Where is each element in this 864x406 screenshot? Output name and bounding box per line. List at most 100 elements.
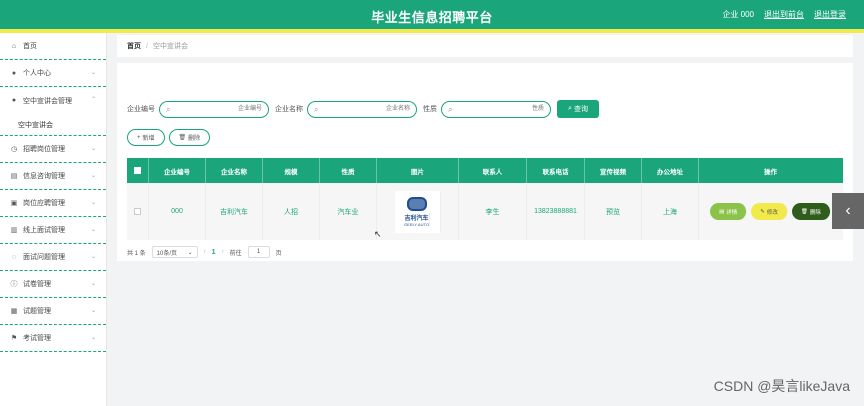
sidebar-item-personal-center[interactable]: ● 个人中心 ⌄ (0, 60, 106, 87)
sidebar-item-papers[interactable]: ⓘ 试卷管理 ⌄ (0, 271, 106, 298)
cell-contact: 李生 (459, 183, 527, 240)
row-select-cell[interactable] (127, 183, 149, 240)
search-icon: ⌕ (314, 104, 319, 114)
info-icon: ⓘ (10, 281, 18, 288)
search-button[interactable]: ⌕ 查询 (557, 100, 599, 118)
geely-emblem-icon (407, 196, 427, 211)
exit-to-frontend-link[interactable]: 退出到前台 (764, 9, 804, 20)
sidebar-item-consulting[interactable]: ▤ 信息咨询管理 ⌄ (0, 163, 106, 190)
page-size-select[interactable]: 10条/页 ⌄ (151, 246, 198, 258)
select-all-checkbox[interactable] (134, 167, 141, 174)
sidebar-item-label: 个人中心 (23, 70, 51, 77)
mouse-cursor-icon: ↖ (374, 229, 382, 239)
breadcrumb-current: 空中宣讲会 (152, 43, 188, 50)
seminar-table: 企业编号 企业名称 规模 性质 图片 联系人 联系电话 宣传视频 办公地址 操作… (127, 158, 843, 240)
sidebar-item-label: 试题管理 (23, 308, 51, 315)
total-count: 共 1 条 (127, 250, 146, 257)
list-panel: 企业编号 ⌕ 企业名称 ⌕ 性质 ⌕ ⌕ 查询 + 新增 (117, 63, 853, 261)
cell-address: 上海 (642, 183, 699, 240)
col-scale[interactable]: 规模 (263, 158, 320, 183)
company-id-input[interactable] (176, 103, 262, 115)
col-image: 图片 (377, 158, 459, 183)
cell-video-preview-link[interactable]: 预览 (585, 183, 642, 240)
view-button-label: 详情 (726, 209, 738, 216)
chart-icon: ▥ (10, 227, 18, 234)
search-button-label: 查询 (573, 106, 588, 113)
cell-nature: 汽车业 (320, 183, 377, 240)
current-page-number[interactable]: 1 (212, 249, 216, 256)
prev-page-icon[interactable]: ‹ (204, 249, 206, 255)
row-delete-button[interactable]: 🗑 删除 (791, 203, 831, 220)
logout-link[interactable]: 退出登录 (814, 9, 846, 20)
breadcrumb-home[interactable]: 首页 (127, 41, 141, 51)
col-video[interactable]: 宣传视频 (585, 158, 642, 183)
document-icon: ▤ (10, 173, 18, 180)
logo-subtext: GEELY AUTO (404, 221, 430, 227)
top-bar: 毕业生信息招聘平台 企业 000 退出到前台 退出登录 (0, 0, 864, 29)
col-contact[interactable]: 联系人 (459, 158, 527, 183)
col-company-id[interactable]: 企业编号 (149, 158, 206, 183)
sidebar-item-label: 岗位应聘管理 (23, 200, 65, 207)
chevron-down-icon: ⌄ (90, 308, 96, 314)
delete-button-label: 删除 (188, 136, 201, 142)
search-label-nature: 性质 (423, 106, 437, 113)
sidebar-item-label: 考试管理 (23, 335, 51, 342)
sidebar-item-job-posts[interactable]: ◷ 招聘岗位管理 ⌄ (0, 136, 106, 163)
document-icon: ▤ (719, 208, 725, 215)
col-operations: 操作 (764, 168, 777, 176)
select-all-cell[interactable] (127, 158, 149, 183)
sidebar-item-exams[interactable]: ⚑ 考试管理 ⌄ (0, 325, 106, 352)
row-checkbox[interactable] (134, 208, 141, 215)
col-address[interactable]: 办公地址 (642, 158, 699, 183)
sidebar-subitem-seminar[interactable]: 空中宣讲会 (0, 114, 106, 136)
sidebar-item-home[interactable]: ⌂ 首页 (0, 33, 106, 60)
cell-company-name: 吉利汽车 (206, 183, 263, 240)
row-delete-button-label: 删除 (809, 209, 821, 216)
chevron-down-icon: ⌄ (90, 335, 96, 341)
next-page-icon[interactable]: › (222, 249, 224, 255)
clock-icon: ◷ (10, 146, 18, 153)
batch-delete-button[interactable]: 🗑 删除 (168, 129, 211, 146)
briefcase-icon: ▣ (10, 200, 18, 207)
chevron-down-icon: ⌄ (90, 200, 96, 206)
sidebar: ⌂ 首页 ● 个人中心 ⌄ ● 空中宣讲会管理 ⌃ 空中宣讲会 ◷ 招聘岗位管理… (0, 33, 107, 406)
plus-icon: + (137, 134, 141, 141)
trash-icon: 🗑 (800, 208, 808, 215)
company-id-search-field[interactable]: ⌕ (159, 100, 269, 118)
sidebar-item-label: 试卷管理 (23, 281, 51, 288)
search-row: 企业编号 ⌕ 企业名称 ⌕ 性质 ⌕ ⌕ 查询 (127, 100, 599, 118)
sidebar-item-seminar-management[interactable]: ● 空中宣讲会管理 ⌃ (0, 87, 106, 114)
col-phone[interactable]: 联系电话 (527, 158, 585, 183)
col-nature[interactable]: 性质 (320, 158, 377, 183)
search-icon: ⌕ (448, 104, 453, 114)
current-user: 企业 000 (722, 10, 754, 19)
sidebar-item-questions[interactable]: ▦ 试题管理 ⌄ (0, 298, 106, 325)
col-company-name[interactable]: 企业名称 (206, 158, 263, 183)
nature-input[interactable] (458, 103, 544, 115)
add-button[interactable]: + 新增 (127, 129, 165, 146)
chevron-down-icon: ⌄ (90, 173, 96, 179)
search-icon: ⌕ (166, 104, 171, 114)
cell-operations: ▤ 详情 ✎ 修改 🗑 删除 (699, 183, 842, 240)
home-icon: ⌂ (11, 42, 17, 50)
chevron-down-icon: ⌄ (90, 70, 96, 76)
edit-button[interactable]: ✎ 修改 (751, 203, 788, 220)
main-content: 首页 / 空中宣讲会 企业编号 ⌕ 企业名称 ⌕ 性质 ⌕ ⌕ 查询 (117, 35, 853, 261)
company-name-input[interactable] (324, 103, 410, 115)
sidebar-item-label: 空中宣讲会管理 (23, 97, 72, 105)
nature-search-field[interactable]: ⌕ (441, 100, 551, 118)
view-details-button[interactable]: ▤ 详情 (710, 203, 748, 220)
sidebar-item-applications[interactable]: ▣ 岗位应聘管理 ⌄ (0, 190, 106, 217)
collapse-panel-button[interactable]: ‹ (832, 193, 864, 229)
logo-text: 吉利汽车 (404, 212, 430, 222)
page-size-value: 10条/页 (156, 250, 178, 257)
search-label-company-id: 企业编号 (127, 106, 155, 113)
sidebar-item-interview-questions[interactable]: ◌ 面试问题管理 ⌄ (0, 244, 106, 271)
company-name-search-field[interactable]: ⌕ (307, 100, 417, 118)
sidebar-item-online-interview[interactable]: ▥ 线上面试管理 ⌄ (0, 217, 106, 244)
sidebar-item-label: 信息咨询管理 (23, 173, 65, 180)
add-button-label: 新增 (142, 136, 155, 142)
breadcrumb: 首页 / 空中宣讲会 (117, 35, 853, 57)
company-logo-image[interactable]: 吉利汽车 GEELY AUTO (394, 190, 441, 233)
goto-page-input[interactable]: 1 (247, 246, 270, 258)
